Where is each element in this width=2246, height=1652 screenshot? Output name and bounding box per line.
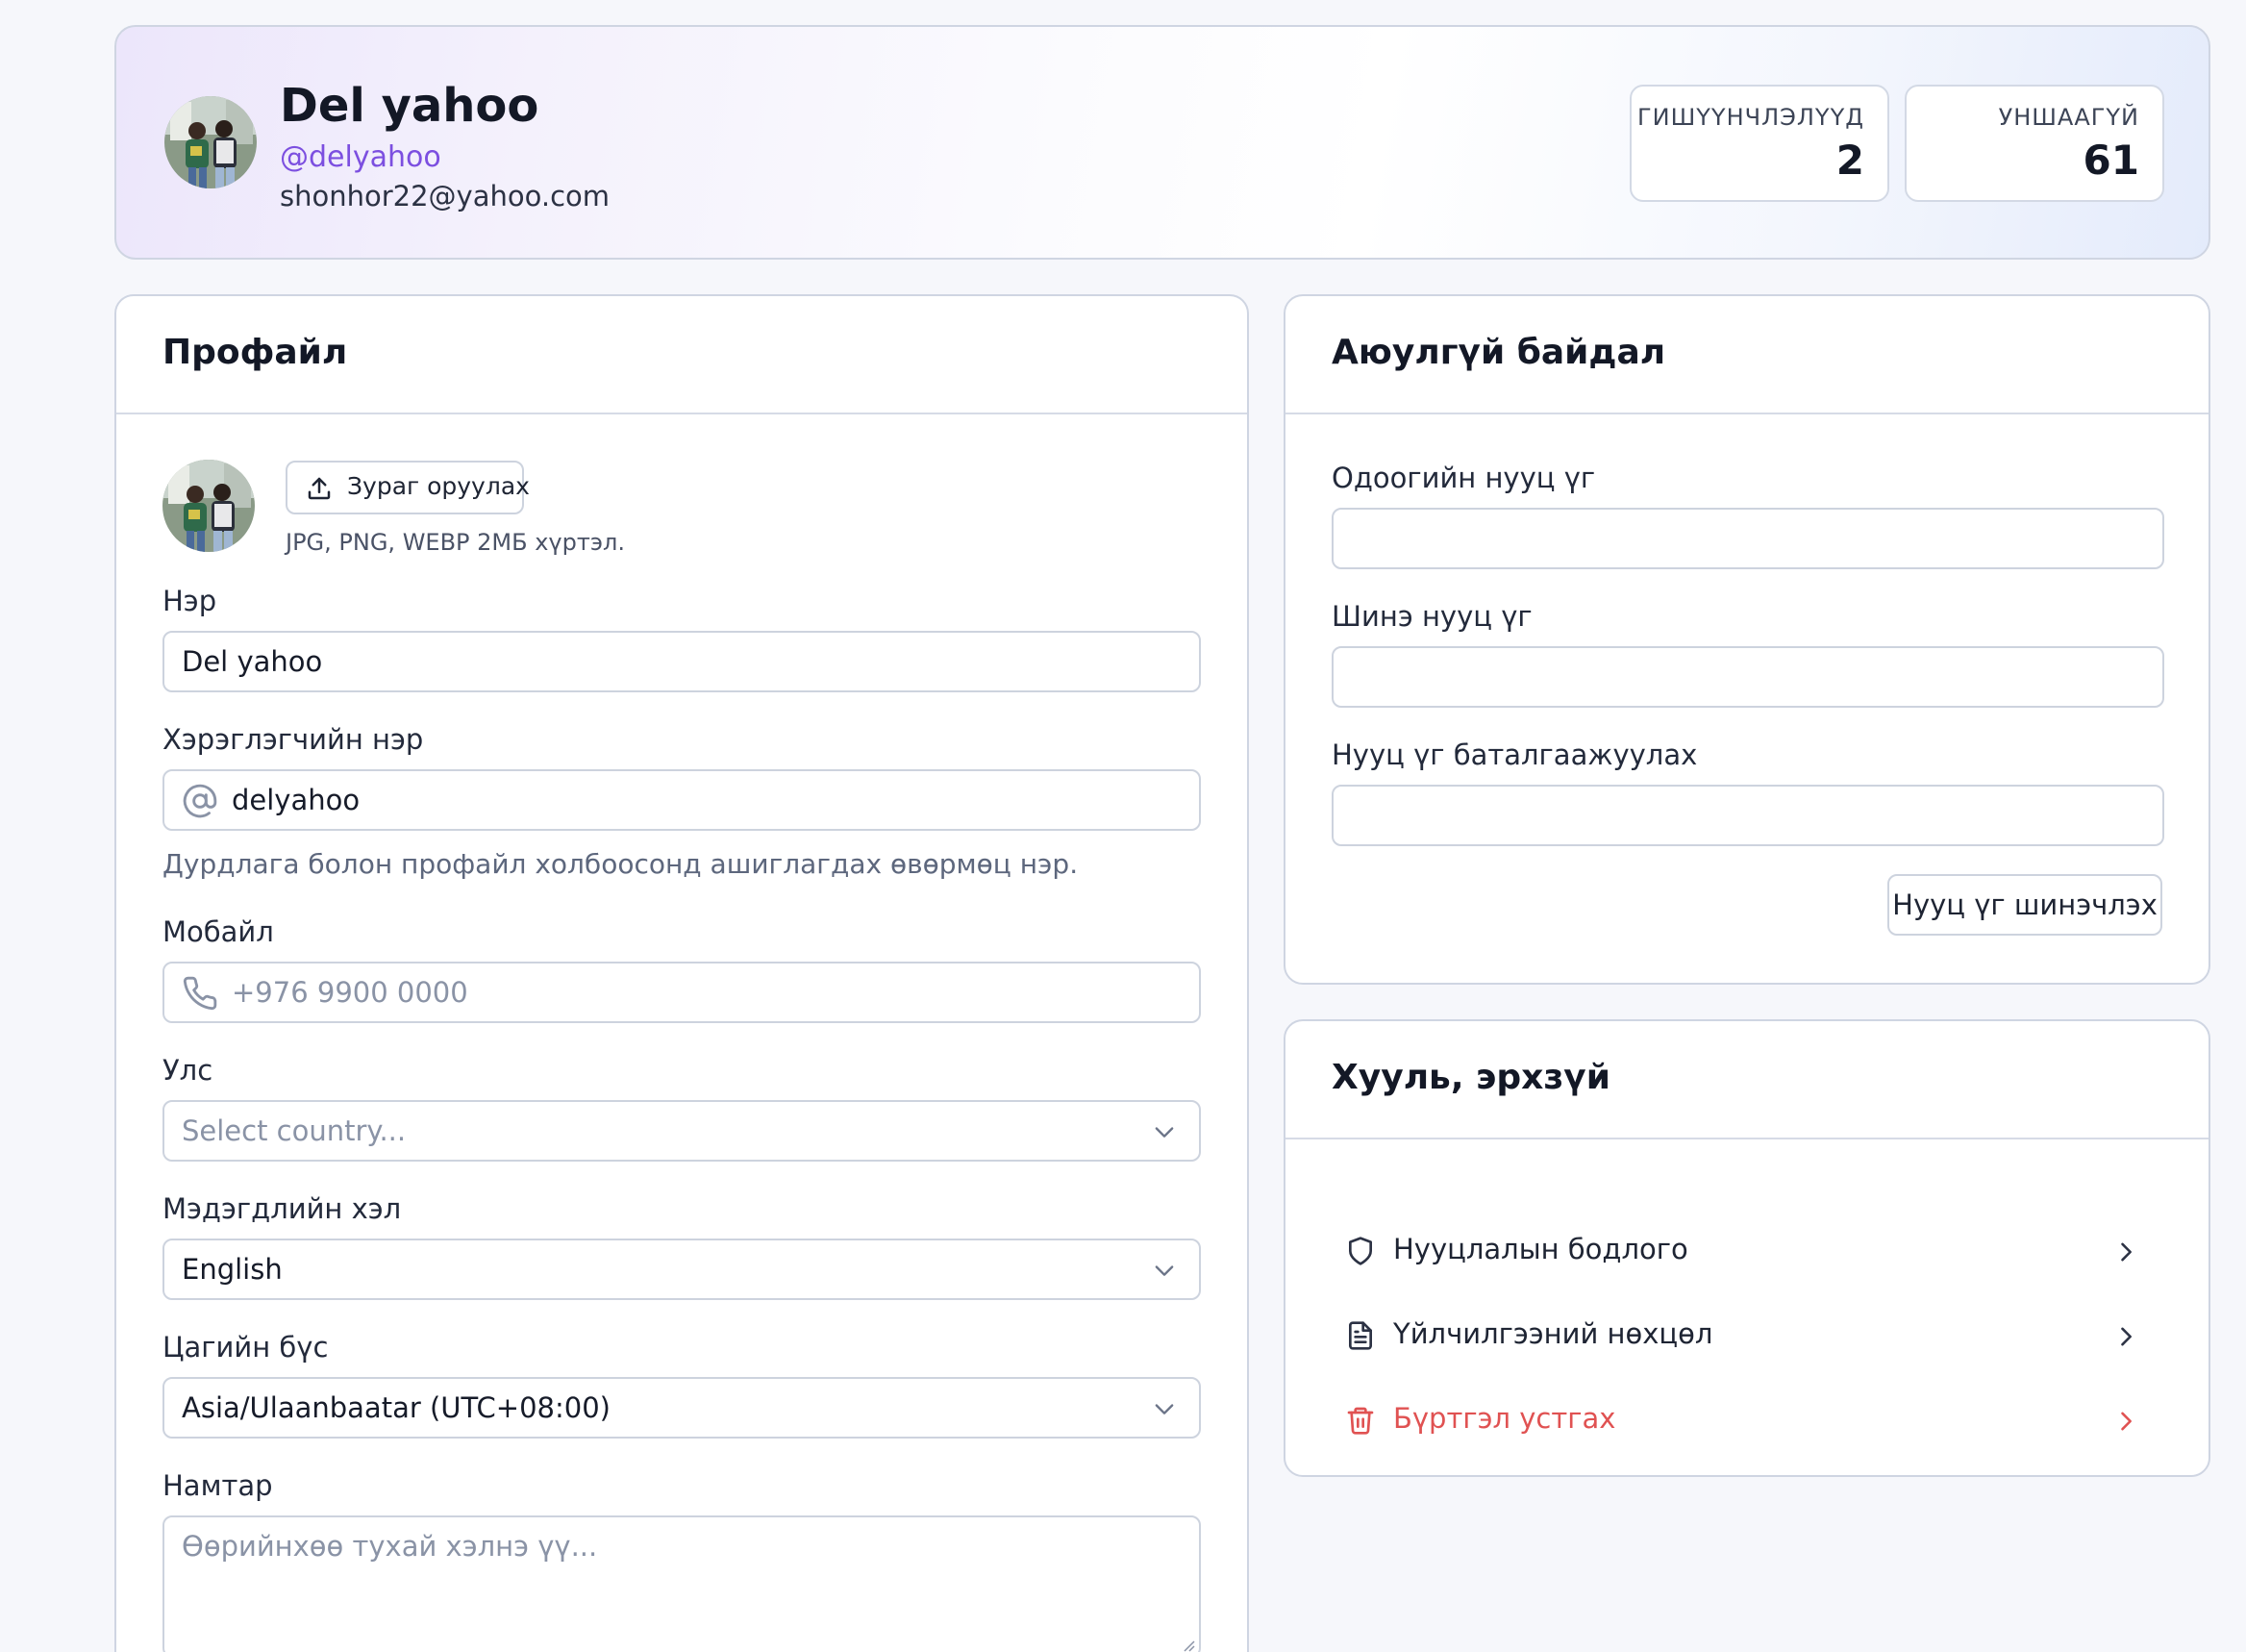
- language-value: English: [182, 1253, 283, 1286]
- stat-value: 61: [2083, 137, 2139, 184]
- confirm-password-input[interactable]: [1332, 785, 2164, 846]
- chevron-right-icon: [2121, 1327, 2132, 1346]
- mobile-placeholder: +976 9900 0000: [232, 976, 468, 1009]
- bio-label: Намтар: [162, 1469, 273, 1502]
- phone-icon: [183, 976, 217, 1011]
- trash-icon: [1347, 1407, 1374, 1435]
- bio-textarea[interactable]: Өөрийнхөө тухай хэлнэ үү...: [162, 1515, 1201, 1652]
- stat-label: УНШААГҮЙ: [1998, 104, 2139, 131]
- profile-header: Del yahoo @delyahoo shonhor22@yahoo.com …: [114, 25, 2210, 260]
- new-password-label: Шинэ нууц үг: [1332, 600, 1533, 633]
- stat-label: ГИШҮҮНЧЛЭЛҮҮД: [1637, 104, 1864, 131]
- privacy-policy-label: Нууцлалын бодлого: [1393, 1233, 1688, 1265]
- name-value: Del yahoo: [182, 645, 323, 678]
- settings-page: Del yahoo @delyahoo shonhor22@yahoo.com …: [0, 0, 2246, 1652]
- stat-memberships[interactable]: ГИШҮҮНЧЛЭЛҮҮД 2: [1630, 85, 1889, 202]
- confirm-password-label: Нууц үг баталгаажуулах: [1332, 738, 1698, 771]
- username-value: delyahoo: [232, 784, 361, 816]
- chevron-down-icon: [1155, 1127, 1174, 1138]
- bio-placeholder: Өөрийнхөө тухай хэлнэ үү...: [182, 1530, 598, 1563]
- upload-hint: JPG, PNG, WEBP 2МБ хүртэл.: [286, 529, 625, 556]
- delete-account-label: Бүртгэл устгах: [1393, 1402, 1616, 1435]
- username-label: Хэрэглэгчийн нэр: [162, 723, 424, 756]
- current-password-label: Одоогийн нууц үг: [1332, 462, 1596, 494]
- new-password-input[interactable]: [1332, 646, 2164, 708]
- chevron-down-icon: [1155, 1404, 1174, 1414]
- legal-card: Хууль, эрхзүй Нууцлалын бодлого Үйлчилгэ…: [1284, 1019, 2210, 1477]
- current-password-input[interactable]: [1332, 508, 2164, 569]
- avatar-preview: [162, 460, 255, 552]
- profile-email: shonhor22@yahoo.com: [280, 180, 611, 213]
- timezone-value: Asia/Ulaanbaatar (UTC+08:00): [182, 1391, 611, 1424]
- username-hint: Дурдлага болон профайл холбоосонд ашигла…: [162, 848, 1079, 880]
- mobile-input[interactable]: +976 9900 0000: [162, 962, 1201, 1023]
- country-label: Улс: [162, 1054, 213, 1087]
- name-input[interactable]: Del yahoo: [162, 631, 1201, 692]
- terms-of-service-link[interactable]: Үйлчилгээний нөхцөл: [1332, 1308, 2162, 1365]
- card-header: Профайл: [116, 296, 1247, 414]
- stat-value: 2: [1835, 137, 1864, 184]
- shield-icon: [1349, 1237, 1372, 1265]
- update-password-button[interactable]: Нууц үг шинэчлэх: [1887, 874, 2162, 936]
- privacy-policy-link[interactable]: Нууцлалын бодлого: [1332, 1223, 2162, 1281]
- security-card: Аюулгүй байдал Одоогийн нууц үг Шинэ нуу…: [1284, 294, 2210, 985]
- upload-button-label: Зураг оруулах: [347, 472, 530, 500]
- chevron-right-icon: [2121, 1242, 2132, 1262]
- language-select[interactable]: English: [162, 1239, 1201, 1300]
- country-placeholder: Select country...: [182, 1114, 407, 1147]
- card-title: Профайл: [162, 333, 348, 372]
- profile-handle[interactable]: @delyahoo: [280, 138, 441, 177]
- chevron-right-icon: [2121, 1412, 2132, 1431]
- delete-account-link[interactable]: Бүртгэл устгах: [1332, 1392, 2162, 1450]
- card-title: Хууль, эрхзүй: [1332, 1058, 1610, 1097]
- document-icon: [1349, 1321, 1372, 1350]
- country-select[interactable]: Select country...: [162, 1100, 1201, 1162]
- resize-handle-icon[interactable]: [1180, 1637, 1195, 1652]
- terms-of-service-label: Үйлчилгээний нөхцөл: [1393, 1317, 1713, 1350]
- upload-photo-button[interactable]: Зураг оруулах: [286, 461, 530, 514]
- stat-unread[interactable]: УНШААГҮЙ 61: [1905, 85, 2164, 202]
- card-header: Хууль, эрхзүй: [1285, 1021, 2209, 1139]
- mobile-label: Мобайл: [162, 915, 274, 948]
- card-title: Аюулгүй байдал: [1332, 333, 1666, 372]
- at-sign-icon: [183, 784, 217, 818]
- chevron-down-icon: [1155, 1265, 1174, 1276]
- timezone-select[interactable]: Asia/Ulaanbaatar (UTC+08:00): [162, 1377, 1201, 1439]
- profile-name: Del yahoo: [280, 79, 539, 133]
- timezone-label: Цагийн бүс: [162, 1331, 329, 1364]
- avatar: [164, 96, 257, 188]
- name-label: Нэр: [162, 585, 217, 617]
- upload-icon: [308, 477, 331, 500]
- username-input[interactable]: delyahoo: [162, 769, 1201, 831]
- language-label: Мэдэгдлийн хэл: [162, 1192, 402, 1225]
- profile-card: Профайл Зураг оруулах JPG, PNG, WEBP 2МБ…: [114, 294, 1249, 1652]
- card-header: Аюулгүй байдал: [1285, 296, 2209, 414]
